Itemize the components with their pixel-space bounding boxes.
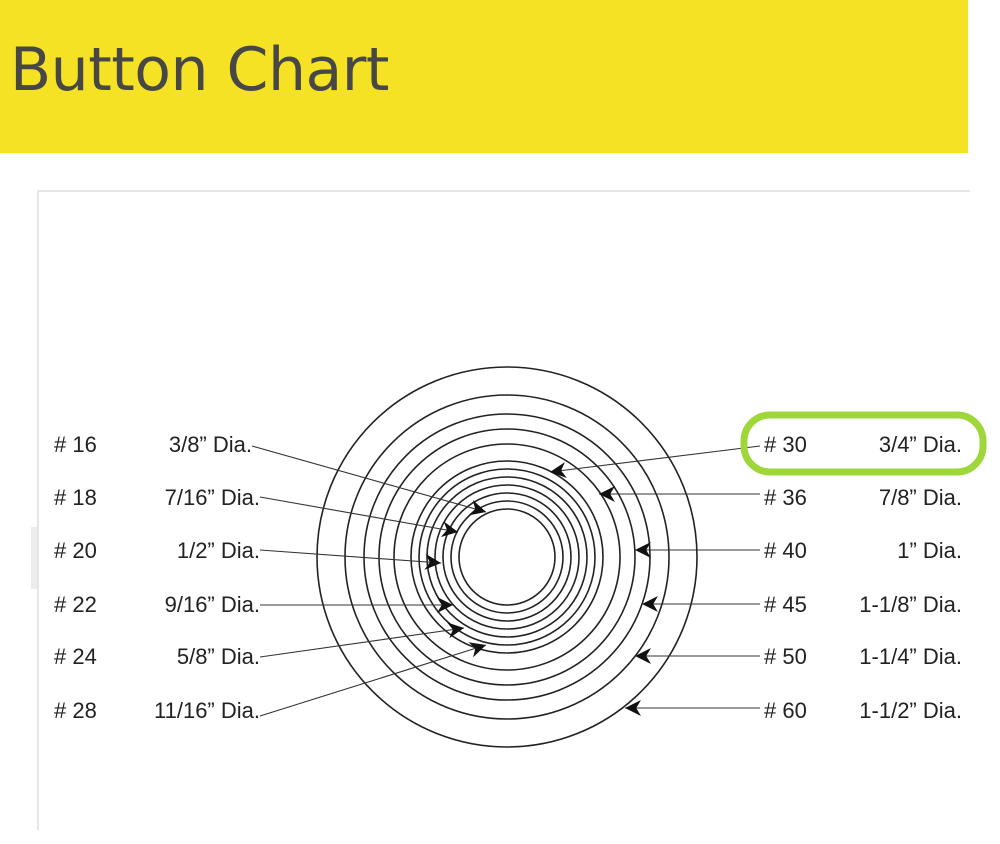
label-number-50: # 50 bbox=[764, 644, 807, 669]
circle-size-40 bbox=[378, 428, 636, 686]
label-number-22: # 22 bbox=[54, 592, 97, 617]
label-number-45: # 45 bbox=[764, 592, 807, 617]
leader-line-28 bbox=[259, 642, 487, 717]
label-number-24: # 24 bbox=[54, 644, 97, 669]
circle-size-30 bbox=[410, 460, 604, 654]
label-number-60: # 60 bbox=[764, 698, 807, 723]
leader-line-30 bbox=[549, 445, 761, 478]
circle-size-20 bbox=[442, 492, 572, 622]
leader-line-20 bbox=[259, 549, 442, 570]
label-diameter-20: 1/2” Dia. bbox=[177, 538, 260, 563]
label-number-18: # 18 bbox=[54, 485, 97, 510]
circle-size-22 bbox=[434, 484, 580, 630]
left-labels: # 16 3/8” Dia. # 18 7/16” Dia. # 20 1/2”… bbox=[54, 432, 260, 723]
label-number-40: # 40 bbox=[764, 538, 807, 563]
label-diameter-30: 3/4” Dia. bbox=[879, 432, 962, 457]
circle-size-36 bbox=[393, 443, 621, 671]
button-size-diagram: # 16 3/8” Dia. # 18 7/16” Dia. # 20 1/2”… bbox=[54, 366, 987, 748]
label-number-16: # 16 bbox=[54, 432, 97, 457]
label-number-20: # 20 bbox=[54, 538, 97, 563]
label-diameter-28: 11/16” Dia. bbox=[154, 698, 260, 723]
label-number-36: # 36 bbox=[764, 485, 807, 510]
label-number-28: # 28 bbox=[54, 698, 97, 723]
label-diameter-24: 5/8” Dia. bbox=[177, 644, 260, 669]
circle-size-45 bbox=[363, 413, 651, 701]
label-diameter-22: 9/16” Dia. bbox=[165, 592, 260, 617]
label-diameter-16: 3/8” Dia. bbox=[169, 432, 252, 457]
label-diameter-60: 1-1/2” Dia. bbox=[859, 698, 962, 723]
circle-size-28 bbox=[418, 468, 596, 646]
label-diameter-45: 1-1/8” Dia. bbox=[859, 592, 962, 617]
right-labels: # 30 3/4” Dia. # 36 7/8” Dia. # 40 1” Di… bbox=[764, 432, 962, 723]
circle-size-18 bbox=[450, 500, 564, 614]
label-diameter-50: 1-1/4” Dia. bbox=[859, 644, 962, 669]
circle-size-16 bbox=[458, 508, 556, 606]
label-diameter-40: 1” Dia. bbox=[897, 538, 962, 563]
label-diameter-18: 7/16” Dia. bbox=[165, 485, 260, 510]
concentric-circles bbox=[316, 366, 698, 748]
circle-size-60 bbox=[316, 366, 698, 748]
label-number-30: # 30 bbox=[764, 432, 807, 457]
label-diameter-36: 7/8” Dia. bbox=[879, 485, 962, 510]
